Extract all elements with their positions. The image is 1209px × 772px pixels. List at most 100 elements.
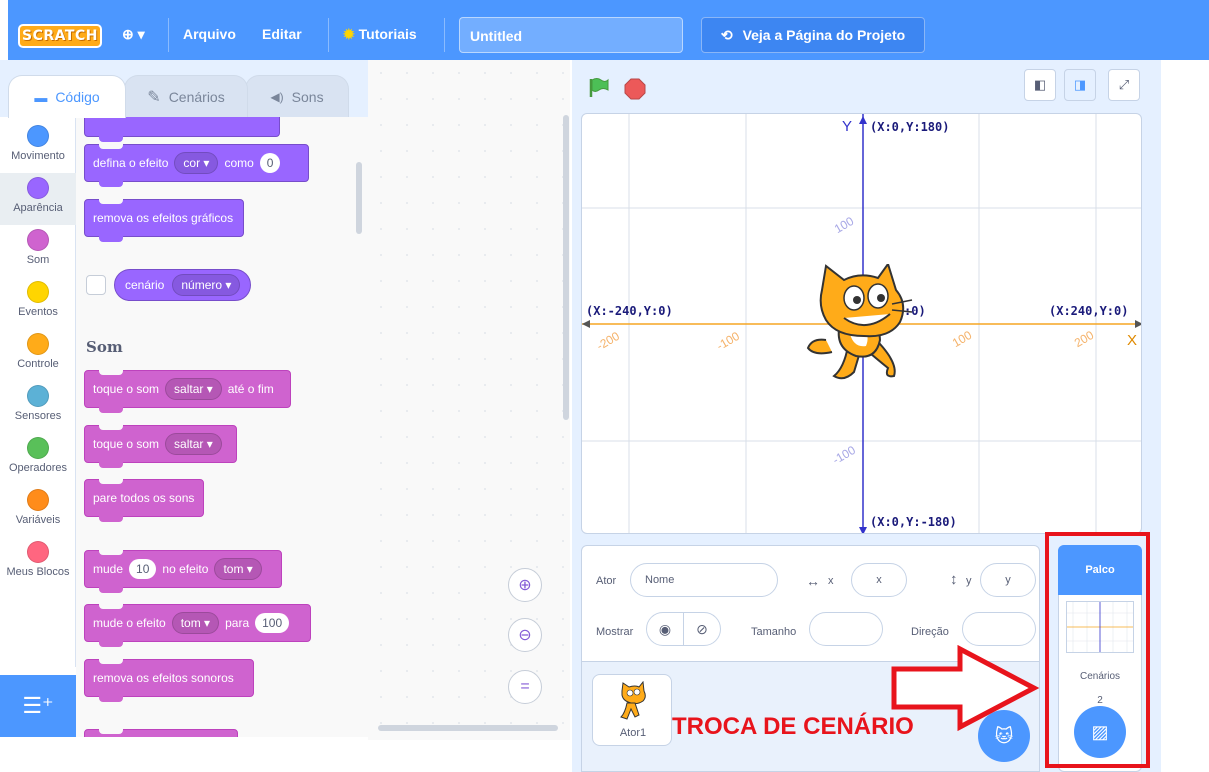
small-stage-button[interactable]: ◧ [1024,69,1056,101]
block-change-sound-effect[interactable]: mude 10 no efeito tom ▾ [84,550,282,593]
block-palette[interactable]: defina o efeito cor ▾ como 0 remova os e… [76,117,368,737]
pitch-dropdown[interactable]: tom ▾ [171,612,220,634]
x-position-input[interactable]: x [851,563,907,597]
category-sensing[interactable]: Sensores [0,381,76,433]
tab-sounds-label: Sons [291,89,324,105]
x-arrows-icon: ↔ [806,573,820,589]
category-dot [27,125,49,147]
category-variables[interactable]: Variáveis [0,485,76,537]
block-set-effect[interactable]: defina o efeito cor ▾ como 0 [84,144,309,187]
zoom-reset-icon: = [520,678,530,695]
hide-sprite-button[interactable]: ⊘ [683,612,721,646]
coord-bottom: (X:0,Y:-180) [870,515,957,529]
sprite-name-input[interactable]: Nome [630,563,778,597]
block-partial-top[interactable] [84,117,280,142]
stage-canvas[interactable]: Y X (X:0,Y:180) (X:0,Y:-180) (X:-240,Y:0… [581,113,1142,534]
zoom-in-icon: ⊕ [518,577,532,594]
tab-costumes-label: Cenários [168,89,225,105]
sprite-label: Ator [596,575,617,587]
sprite-name: Ator1 [619,727,647,739]
large-stage-button[interactable]: ◨ [1064,69,1096,101]
block-text: remova os efeitos sonoros [93,671,234,685]
block-text: até o fim [227,382,274,396]
y-label: y [966,575,972,587]
cat-sprite[interactable] [804,261,916,386]
script-scrollbar-vertical[interactable] [563,115,569,420]
block-play-sound-until-done[interactable]: toque o som saltar ▾ até o fim [84,370,291,413]
sprite-tile[interactable]: Ator1 [592,674,672,746]
block-set-sound-effect[interactable]: mude o efeito tom ▾ para 100 [84,604,311,647]
block-text: remova os efeitos gráficos [93,211,234,225]
sound-dropdown[interactable]: saltar ▾ [165,433,222,455]
category-label: Eventos [18,306,58,318]
language-menu[interactable]: ⊕ ▾ [122,26,145,43]
category-menu: Movimento Aparência Som Eventos Controle… [0,117,76,667]
category-dot [27,229,49,251]
block-clear-sound-effects[interactable]: remova os efeitos sonoros [84,659,254,702]
effect-set-input[interactable]: 100 [255,613,290,633]
eye-slash-icon: ⊘ [696,620,708,637]
block-backdrop-reporter[interactable]: cenário número ▾ [114,269,252,301]
block-clear-graphic-effects[interactable]: remova os efeitos gráficos [84,199,244,242]
effect-value-input[interactable]: 0 [259,153,281,173]
sprite-thumbnail [617,680,647,721]
palette-scrollbar[interactable] [356,162,362,234]
backdrop-number-checkbox[interactable] [86,275,106,295]
section-title-sound: Som [86,338,123,356]
script-area[interactable]: ⊕ ⊖ = [368,60,570,740]
green-flag-icon[interactable] [588,77,610,99]
direction-input[interactable] [962,612,1036,646]
y-position-input[interactable]: y [980,563,1036,597]
tutorials-label: Tutoriais [358,26,417,42]
category-dot [27,489,49,511]
block-partial-bottom[interactable] [84,729,238,737]
fullscreen-button[interactable]: ⤢ [1108,69,1140,101]
tab-costumes[interactable]: ✎ Cenários [124,75,248,118]
category-dot [27,177,49,199]
see-project-page-label: Veja a Página do Projeto [742,27,906,43]
effect-dropdown[interactable]: cor ▾ [174,152,219,174]
tutorials-menu[interactable]: ✹ Tutoriais [343,26,417,43]
lightbulb-icon: ✹ [343,26,355,42]
show-label: Mostrar [596,626,634,638]
remix-arrows-icon: ⟲ [720,26,733,43]
block-text: cenário [125,278,165,292]
tab-sounds[interactable]: ◀) Sons [245,75,349,118]
coord-top: (X:0,Y:180) [870,120,950,134]
pitch-dropdown[interactable]: tom ▾ [214,558,262,580]
zoom-out-button[interactable]: ⊖ [508,618,542,652]
category-operators[interactable]: Operadores [0,433,76,485]
category-events[interactable]: Eventos [0,277,76,329]
category-my-blocks[interactable]: Meus Blocos [0,537,76,589]
effect-change-input[interactable]: 10 [129,559,157,579]
script-scrollbar-horizontal[interactable] [378,725,558,731]
category-looks[interactable]: Aparência [0,173,76,225]
sound-dropdown[interactable]: saltar ▾ [165,378,222,400]
show-sprite-button[interactable]: ◉ [646,612,684,646]
backdrop-dropdown[interactable]: número ▾ [172,274,241,296]
eye-icon: ◉ [658,620,672,637]
category-label: Som [26,254,50,266]
scratch-logo[interactable]: SCRATCH [18,24,102,48]
stop-sign-icon[interactable] [624,78,646,100]
project-title-input[interactable]: Untitled [459,17,683,53]
category-dot [27,333,49,355]
file-menu[interactable]: Arquivo [183,26,236,42]
block-stop-all-sounds[interactable]: pare todos os sons [84,479,204,522]
see-project-page-button[interactable]: ⟲ Veja a Página do Projeto [701,17,925,53]
add-extension-icon: ☰⁺ [22,693,54,718]
category-control[interactable]: Controle [0,329,76,381]
zoom-reset-button[interactable]: = [508,670,542,704]
category-dot [27,437,49,459]
zoom-in-button[interactable]: ⊕ [508,568,542,602]
size-input[interactable] [809,612,883,646]
block-text: para [225,616,250,630]
block-start-sound[interactable]: toque o som saltar ▾ [84,425,237,468]
zoom-out-icon: ⊖ [518,627,532,644]
globe-icon: ⊕ [122,26,134,42]
edit-menu[interactable]: Editar [262,26,302,42]
tab-code[interactable]: ▬ Código [8,75,126,118]
category-motion[interactable]: Movimento [0,121,76,173]
category-sound[interactable]: Som [0,225,76,277]
add-extension-button[interactable]: ☰⁺ [0,675,76,737]
